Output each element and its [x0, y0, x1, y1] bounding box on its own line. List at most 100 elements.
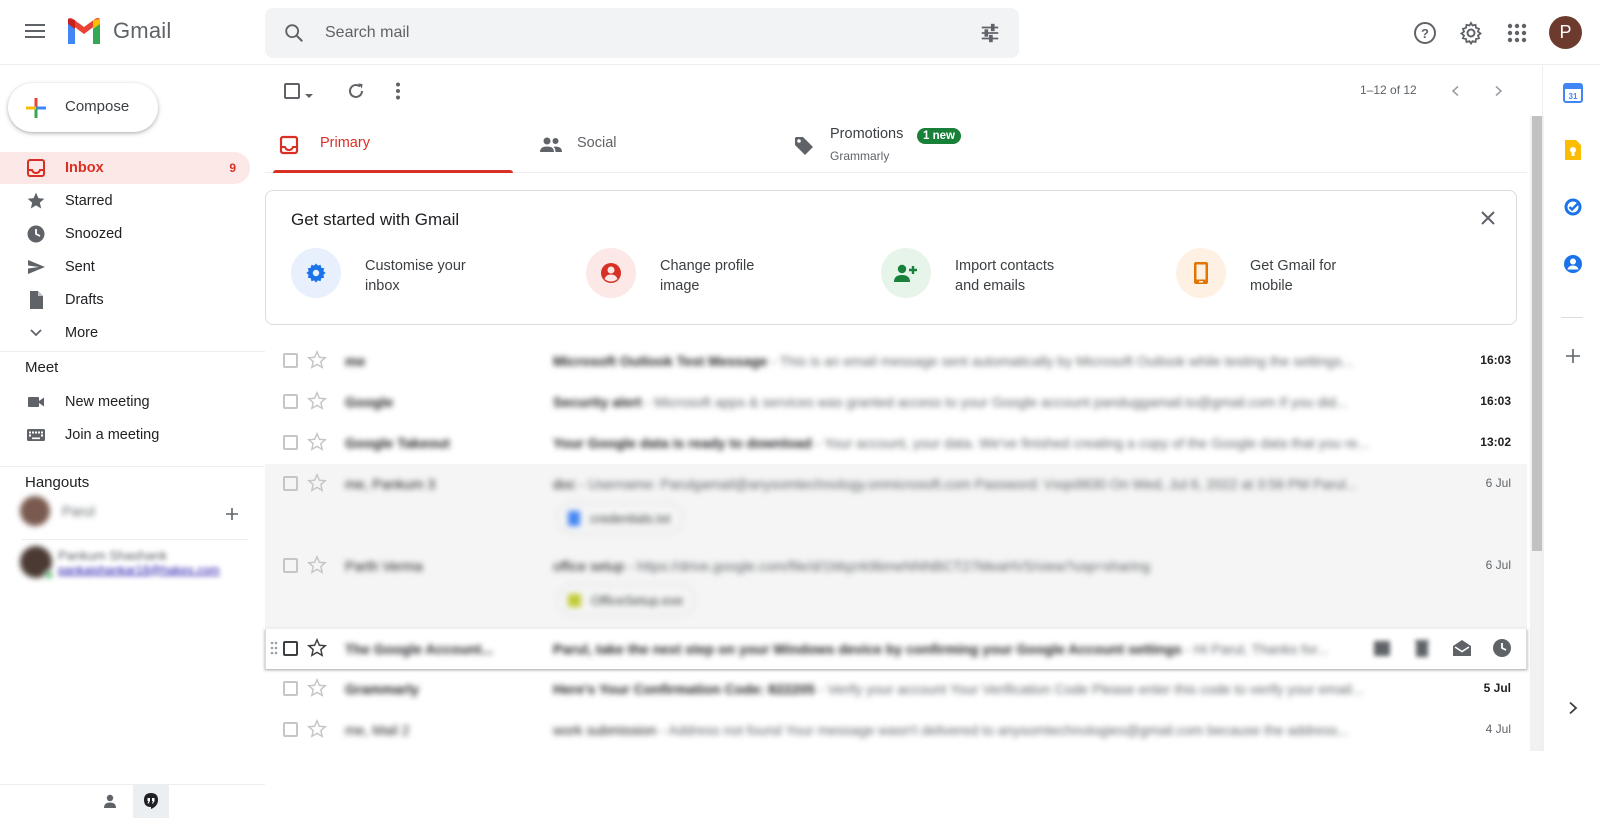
sidebar-item-new-meeting[interactable]: New meeting — [0, 386, 250, 418]
email-row[interactable]: me Microsoft Outlook Test Message - This… — [265, 341, 1527, 382]
compose-plus-icon — [26, 98, 46, 118]
email-row[interactable]: me, Mail 2 work submission - Address not… — [265, 710, 1527, 751]
contacts-icon[interactable] — [1562, 253, 1584, 275]
hangouts-heading: Hangouts — [25, 474, 90, 491]
drag-handle-icon[interactable] — [270, 641, 278, 657]
search-options-icon[interactable] — [979, 22, 1001, 44]
get-started-customise[interactable]: Customise your inbox — [291, 248, 561, 300]
add-contact-icon[interactable] — [224, 506, 240, 522]
select-all-checkbox[interactable] — [284, 83, 300, 99]
compose-button[interactable]: Compose — [8, 83, 158, 132]
get-started-profile-image[interactable]: Change profile image — [586, 248, 856, 300]
tab-label: Promotions — [830, 126, 904, 142]
email-checkbox[interactable] — [283, 681, 298, 696]
tasks-icon[interactable] — [1562, 196, 1584, 218]
tab-primary[interactable]: Primary — [265, 116, 520, 173]
gmail-logo[interactable]: Gmail — [65, 16, 171, 46]
new-badge: 1 new — [917, 128, 961, 144]
close-icon[interactable] — [1478, 208, 1498, 228]
search-input[interactable] — [325, 8, 925, 58]
meet-heading: Meet — [25, 359, 59, 376]
keep-icon[interactable] — [1562, 139, 1584, 161]
settings-gear-icon[interactable] — [1458, 20, 1484, 46]
email-checkbox[interactable] — [283, 476, 298, 491]
star-outline-icon[interactable] — [306, 637, 328, 659]
phone-icon — [1176, 248, 1226, 298]
snippet-text: - https://drive.google.com/file/d/1Mqzrk… — [624, 558, 1150, 574]
newer-page-icon[interactable] — [1487, 80, 1509, 102]
email-row-hovered[interactable]: The Google Account... Parul, take the ne… — [265, 629, 1527, 669]
calendar-icon[interactable]: 31 — [1562, 82, 1584, 104]
star-outline-icon[interactable] — [306, 390, 328, 412]
add-addon-icon[interactable] — [1562, 345, 1584, 367]
attachment-chip[interactable]: credentials.txt — [557, 502, 684, 534]
people-icon — [540, 137, 562, 152]
email-sender: me, Pankum 3 — [345, 476, 436, 492]
inbox-icon — [26, 158, 46, 178]
email-row[interactable]: Google Takeout Your Google data is ready… — [265, 423, 1527, 464]
sidebar-item-more[interactable]: More — [0, 317, 250, 349]
chevron-right-icon[interactable] — [1562, 697, 1584, 719]
hangouts-user[interactable]: Parul — [20, 496, 95, 526]
scrollbar-thumb[interactable] — [1532, 116, 1542, 551]
search-bar — [265, 8, 1019, 58]
email-row[interactable]: Google Security alert - Microsoft apps &… — [265, 382, 1527, 423]
tab-promotions[interactable]: Promotions 1 new Grammarly — [790, 116, 1190, 173]
get-started-card: Get started with Gmail Customise your inb… — [265, 190, 1517, 325]
snippet-text: - Microsoft apps & services was granted … — [641, 394, 1348, 410]
refresh-icon[interactable] — [345, 80, 367, 102]
sidebar-item-starred[interactable]: Starred — [0, 185, 250, 217]
more-options-icon[interactable] — [387, 80, 409, 102]
search-icon[interactable] — [283, 22, 305, 44]
email-sender: Parth Verma — [345, 558, 423, 574]
gs-line2: inbox — [365, 278, 400, 294]
person-icon[interactable] — [102, 793, 118, 814]
mark-read-icon[interactable] — [1451, 637, 1473, 659]
email-checkbox[interactable] — [283, 641, 298, 656]
tab-social[interactable]: Social — [530, 116, 785, 173]
attachment-chip[interactable]: OfficeSetup.exe — [557, 584, 697, 616]
sidebar-item-join-meeting[interactable]: Join a meeting — [0, 419, 250, 451]
star-outline-icon[interactable] — [306, 677, 328, 699]
email-row[interactable]: Parth Verma office setup - https://drive… — [265, 546, 1527, 628]
help-icon[interactable]: ? — [1412, 20, 1438, 46]
select-dropdown-icon[interactable] — [304, 87, 314, 105]
hangouts-contact[interactable]: Pankum Shashank pankajshankar18@hakes.co… — [20, 546, 220, 580]
email-date: 16:03 — [1480, 394, 1511, 408]
email-date: 16:03 — [1480, 353, 1511, 367]
snippet-text: - This is an email message sent automati… — [767, 353, 1354, 369]
get-started-mobile[interactable]: Get Gmail for mobile — [1176, 248, 1446, 300]
star-outline-icon[interactable] — [306, 718, 328, 740]
apps-grid-icon[interactable] — [1504, 20, 1530, 46]
email-checkbox[interactable] — [283, 558, 298, 573]
send-icon — [26, 257, 46, 277]
main-menu-icon[interactable] — [22, 20, 48, 46]
star-outline-icon[interactable] — [306, 472, 328, 494]
archive-icon[interactable] — [1371, 637, 1393, 659]
get-started-text: Get Gmail for mobile — [1250, 256, 1390, 296]
star-outline-icon[interactable] — [306, 349, 328, 371]
account-icon — [586, 248, 636, 298]
email-checkbox[interactable] — [283, 394, 298, 409]
side-panel-divider — [1561, 317, 1583, 318]
star-outline-icon[interactable] — [306, 554, 328, 576]
video-icon — [26, 392, 46, 412]
email-row[interactable]: me, Pankum 3 doc - Username: Parulgamail… — [265, 464, 1527, 546]
get-started-import[interactable]: Import contacts and emails — [881, 248, 1151, 300]
sidebar-item-drafts[interactable]: Drafts — [0, 284, 250, 316]
star-outline-icon[interactable] — [306, 431, 328, 453]
account-avatar[interactable]: P — [1549, 16, 1582, 49]
sidebar-item-snoozed[interactable]: Snoozed — [0, 218, 250, 250]
hangouts-tab[interactable] — [133, 785, 169, 818]
sidebar-item-sent[interactable]: Sent — [0, 251, 250, 283]
older-page-icon[interactable] — [1445, 80, 1467, 102]
gs-line2: image — [660, 278, 700, 294]
email-checkbox[interactable] — [283, 722, 298, 737]
sidebar-item-inbox[interactable]: Inbox 9 — [0, 152, 250, 184]
snooze-clock-icon[interactable] — [1491, 637, 1513, 659]
email-checkbox[interactable] — [283, 435, 298, 450]
delete-icon[interactable] — [1411, 637, 1433, 659]
email-row[interactable]: Grammarly Here's Your Confirmation Code:… — [265, 669, 1527, 710]
active-tab-indicator — [273, 170, 513, 173]
email-checkbox[interactable] — [283, 353, 298, 368]
